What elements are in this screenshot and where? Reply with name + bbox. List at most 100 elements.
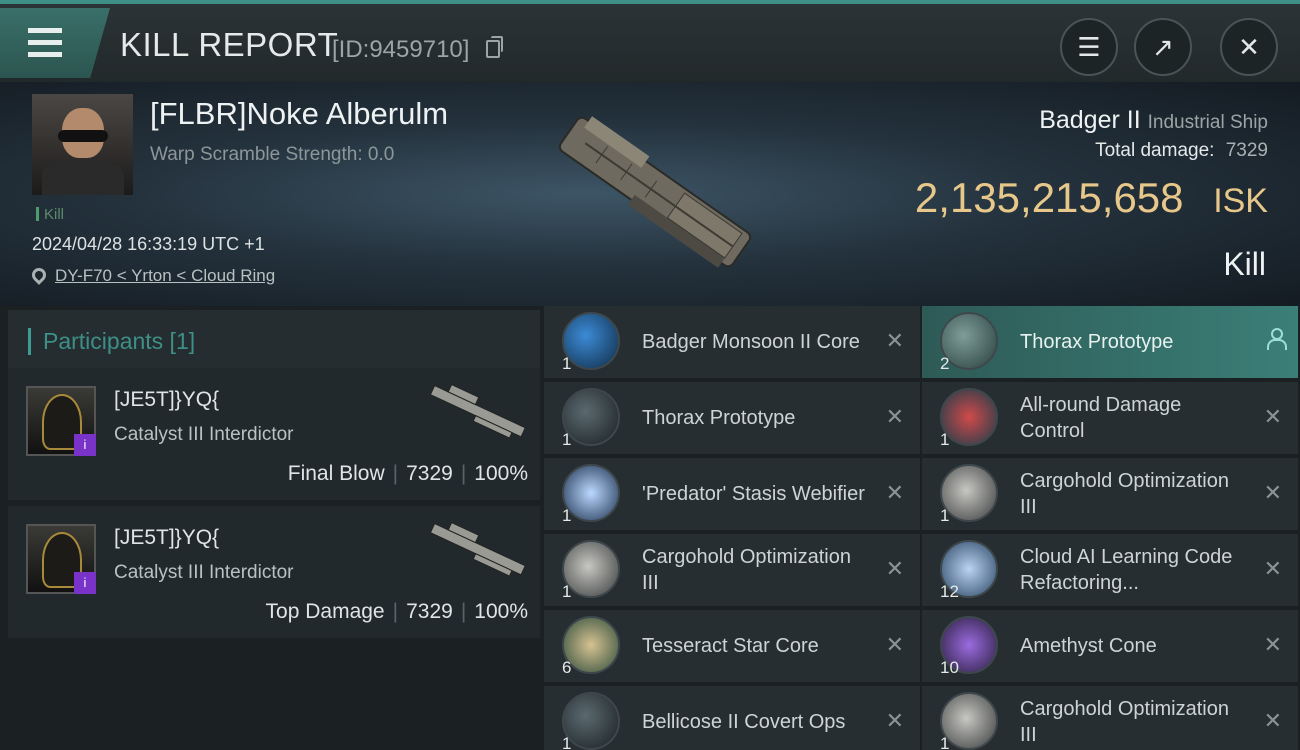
page-title: KILL REPORT <box>120 26 339 63</box>
kill-timestamp: 2024/04/28 16:33:19 UTC +1 <box>32 234 265 254</box>
dropped-items-grid: 1 Badger Monsoon II Core ✕ 1 Thorax Prot… <box>540 306 1300 750</box>
participant-avatar[interactable]: i <box>26 524 96 594</box>
header-bar: KILL REPORT [ID:9459710] ☰ ↗ ✕ <box>0 0 1300 82</box>
participants-header[interactable]: Participants [1] <box>8 310 540 370</box>
participant-ship-image <box>429 521 526 577</box>
location-pin-icon <box>29 265 49 285</box>
kill-tag: Kill <box>36 206 64 223</box>
item-qty: 2 <box>940 354 950 373</box>
destroyed-x-icon: ✕ <box>885 328 904 353</box>
participant-ship-image <box>429 383 526 439</box>
participant-stats: Top Damage | 7329 | 100% <box>265 600 528 623</box>
participant-name: [JE5T]}YQ{ <box>114 388 220 411</box>
ship-name[interactable]: Badger II Industrial Ship <box>1039 106 1268 135</box>
isk-value: 2,135,215,658 ISK <box>915 174 1268 222</box>
item-name: Thorax Prototype <box>1020 331 1174 353</box>
rank-badge-icon: i <box>74 572 96 594</box>
destroyed-x-icon: ✕ <box>1263 404 1282 429</box>
item-name: Bellicose II Covert Ops <box>642 711 846 733</box>
destroyed-x-icon: ✕ <box>885 556 904 581</box>
share-button[interactable]: ↗ <box>1134 18 1192 76</box>
item-card[interactable]: 1 'Predator' Stasis Webifier ✕ <box>544 458 920 530</box>
participant-name: [JE5T]}YQ{ <box>114 526 220 549</box>
item-qty: 1 <box>940 734 950 750</box>
participant-role: Top Damage <box>265 600 385 623</box>
destroyed-x-icon: ✕ <box>885 404 904 429</box>
participant-ship: Catalyst III Interdictor <box>114 562 294 583</box>
item-qty: 1 <box>562 430 572 449</box>
victim-name[interactable]: [FLBR]Noke Alberulm <box>150 96 448 132</box>
item-qty: 6 <box>562 658 572 677</box>
total-damage: Total damage: 7329 <box>1095 140 1268 162</box>
item-card[interactable]: 10 Amethyst Cone ✕ <box>922 610 1298 682</box>
participant-card[interactable]: i [JE5T]}YQ{ Catalyst III Interdictor Fi… <box>8 368 540 500</box>
destroyed-x-icon: ✕ <box>1263 480 1282 505</box>
participant-stats: Final Blow | 7329 | 100% <box>287 462 528 485</box>
item-name: 'Predator' Stasis Webifier <box>642 483 865 505</box>
item-qty: 1 <box>562 582 572 601</box>
item-qty: 1 <box>562 506 572 525</box>
participant-card[interactable]: i [JE5T]}YQ{ Catalyst III Interdictor To… <box>8 506 540 638</box>
share-icon: ↗ <box>1152 31 1174 62</box>
result-label: Kill <box>1223 246 1266 282</box>
item-name: Badger Monsoon II Core <box>642 331 860 353</box>
item-name: All-round Damage Control <box>1020 394 1182 442</box>
victim-panel: [FLBR]Noke Alberulm Warp Scramble Streng… <box>0 82 1300 306</box>
item-card[interactable]: 1 Bellicose II Covert Ops ✕ <box>544 686 920 750</box>
item-name: Cargohold Optimization III <box>642 546 851 594</box>
report-id: [ID:9459710] <box>332 36 470 63</box>
participant-percent: 100% <box>474 462 528 485</box>
item-name: Amethyst Cone <box>1020 635 1157 657</box>
destroyed-x-icon: ✕ <box>1263 632 1282 657</box>
item-name: Cloud AI Learning Code Refactoring... <box>1020 546 1233 594</box>
item-card[interactable]: 1 Cargohold Optimization III ✕ <box>922 458 1298 530</box>
rank-badge-icon: i <box>74 434 96 456</box>
participants-panel: Participants [1] i [JE5T]}YQ{ Catalyst I… <box>0 306 540 750</box>
item-name: Cargohold Optimization III <box>1020 470 1229 518</box>
item-card[interactable]: 1 Thorax Prototype ✕ <box>544 382 920 454</box>
warp-scramble-strength: Warp Scramble Strength: 0.0 <box>150 144 395 165</box>
close-button[interactable]: ✕ <box>1220 18 1278 76</box>
item-card[interactable]: 2 Thorax Prototype <box>922 306 1298 378</box>
item-name: Tesseract Star Core <box>642 635 819 657</box>
ship-image <box>558 116 752 268</box>
ship-name-text: Badger II <box>1039 106 1141 134</box>
ship-class: Industrial Ship <box>1147 112 1268 133</box>
item-qty: 1 <box>562 734 572 750</box>
item-card[interactable]: 1 Cargohold Optimization III ✕ <box>544 534 920 606</box>
victim-avatar[interactable] <box>32 94 133 195</box>
location-link[interactable]: DY-F70 < Yrton < Cloud Ring <box>55 266 275 286</box>
participant-role: Final Blow <box>287 462 385 485</box>
clipboard-button[interactable]: ☰ <box>1060 18 1118 76</box>
participant-avatar[interactable]: i <box>26 386 96 456</box>
total-damage-label: Total damage: <box>1095 140 1215 161</box>
item-card[interactable]: 1 Badger Monsoon II Core ✕ <box>544 306 920 378</box>
copy-icon[interactable] <box>486 36 503 58</box>
item-card[interactable]: 1 Cargohold Optimization III ✕ <box>922 686 1298 750</box>
total-damage-value: 7329 <box>1225 140 1268 161</box>
destroyed-x-icon: ✕ <box>885 480 904 505</box>
item-qty: 1 <box>562 354 572 373</box>
destroyed-x-icon: ✕ <box>885 708 904 733</box>
participant-damage: 7329 <box>406 600 453 623</box>
item-qty: 1 <box>940 430 950 449</box>
item-qty: 1 <box>940 506 950 525</box>
item-qty: 10 <box>940 658 959 677</box>
participant-percent: 100% <box>474 600 528 623</box>
destroyed-x-icon: ✕ <box>1263 556 1282 581</box>
item-card[interactable]: 12 Cloud AI Learning Code Refactoring...… <box>922 534 1298 606</box>
item-name: Cargohold Optimization III <box>1020 698 1229 746</box>
pilot-icon <box>1266 328 1287 350</box>
participant-damage: 7329 <box>406 462 453 485</box>
menu-button[interactable] <box>0 8 110 78</box>
participants-title: Participants [1] <box>28 328 195 355</box>
item-qty: 12 <box>940 582 959 601</box>
isk-amount: 2,135,215,658 <box>914 174 1184 221</box>
item-card[interactable]: 6 Tesseract Star Core ✕ <box>544 610 920 682</box>
destroyed-x-icon: ✕ <box>1263 708 1282 733</box>
clipboard-icon: ☰ <box>1077 31 1101 62</box>
destroyed-x-icon: ✕ <box>885 632 904 657</box>
item-card[interactable]: 1 All-round Damage Control ✕ <box>922 382 1298 454</box>
participant-ship: Catalyst III Interdictor <box>114 424 294 445</box>
close-icon: ✕ <box>1238 31 1260 62</box>
